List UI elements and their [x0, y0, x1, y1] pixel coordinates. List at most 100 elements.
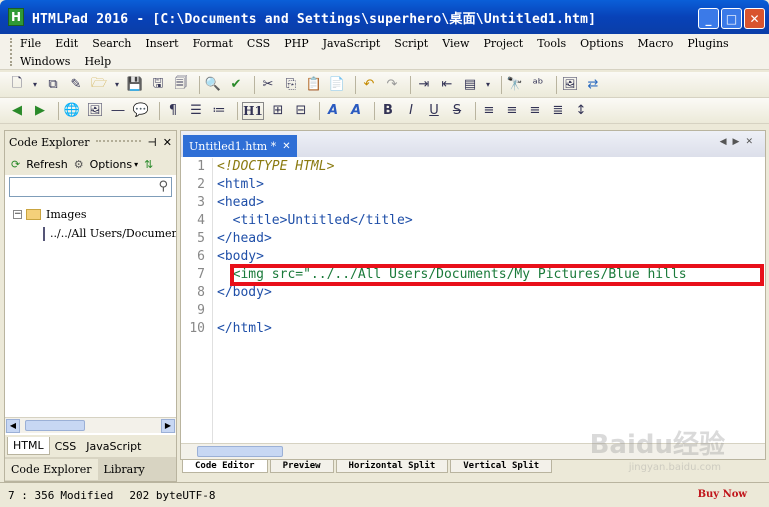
layout-icon[interactable]: ▤ — [461, 76, 479, 94]
refresh-icon[interactable]: ⟳ — [11, 158, 20, 171]
refresh-button[interactable]: Refresh — [26, 158, 68, 171]
scroll-left-icon[interactable]: ◀ — [6, 419, 20, 433]
italic-icon[interactable]: I — [402, 102, 420, 120]
font-color-icon[interactable]: A — [347, 102, 365, 120]
tab-untitled1[interactable]: Untitled1.htm * ✕ — [183, 135, 297, 157]
tab-library[interactable]: Library — [98, 459, 151, 480]
menu-php[interactable]: PHP — [284, 37, 308, 50]
indent-icon[interactable]: ⇥ — [415, 76, 433, 94]
strikethrough-icon[interactable]: S — [448, 102, 466, 120]
collapse-icon[interactable]: − — [13, 210, 22, 219]
comment-icon[interactable]: 💬 — [132, 102, 150, 120]
menu-windows[interactable]: Windows — [20, 55, 70, 68]
copy-icon[interactable]: ⎘ — [282, 76, 300, 94]
menu-script[interactable]: Script — [394, 37, 428, 50]
font-icon[interactable]: A — [324, 102, 342, 120]
align-right-icon[interactable]: ≡ — [526, 102, 544, 120]
menu-macro[interactable]: Macro — [638, 37, 674, 50]
menu-format[interactable]: Format — [193, 37, 233, 50]
tab-vertical-split[interactable]: Vertical Split — [450, 460, 553, 473]
open-dropdown-icon[interactable]: ▾ — [113, 76, 121, 94]
underline-icon[interactable]: U — [425, 102, 443, 120]
align-left-icon[interactable]: ≡ — [480, 102, 498, 120]
hr-icon[interactable]: ― — [109, 102, 127, 120]
gear-icon[interactable]: ⚙ — [74, 158, 84, 171]
tab-css[interactable]: CSS — [50, 438, 82, 455]
open-folder-icon[interactable]: 🗁 — [90, 76, 108, 94]
menu-options[interactable]: Options — [580, 37, 623, 50]
preview-icon[interactable]: 🔍 — [204, 76, 222, 94]
tree-item-image[interactable]: ../../All Users/Documents/My Pictures/Bl… — [13, 224, 176, 243]
forward-arrow-icon[interactable]: ▶ — [31, 102, 49, 120]
browser-icon[interactable]: 🖼 — [561, 76, 579, 94]
save-icon[interactable]: 💾 — [126, 76, 144, 94]
maximize-icon[interactable]: □ — [721, 8, 742, 29]
menu-css[interactable]: CSS — [247, 37, 270, 50]
tab-javascript[interactable]: JavaScript — [81, 438, 146, 455]
editor-scroll-thumb[interactable] — [197, 446, 283, 457]
tab-preview[interactable]: Preview — [269, 460, 334, 473]
paste-special-icon[interactable]: 📄 — [328, 76, 346, 94]
spellcheck-icon[interactable]: ᵃᵇ — [529, 76, 547, 94]
code-line[interactable]: <head> — [217, 194, 264, 212]
minimize-icon[interactable]: _ — [698, 8, 719, 29]
explorer-hscrollbar[interactable]: ◀ ▶ — [5, 417, 176, 433]
back-arrow-icon[interactable]: ◀ — [8, 102, 26, 120]
edit-icon[interactable]: ✎ — [67, 76, 85, 94]
search-icon[interactable]: ⚲ — [158, 179, 168, 194]
new-dropdown-icon[interactable]: ▾ — [31, 76, 39, 94]
panel-grip[interactable] — [95, 140, 142, 144]
menu-grip[interactable] — [10, 38, 13, 66]
explorer-search-input[interactable]: ⚲ — [9, 177, 172, 197]
code-line[interactable]: </body> — [217, 284, 272, 302]
tab-html[interactable]: HTML — [7, 437, 50, 455]
find-icon[interactable]: 🔭 — [506, 76, 524, 94]
tab-code-explorer[interactable]: Code Explorer — [5, 458, 98, 480]
menu-plugins[interactable]: Plugins — [687, 37, 728, 50]
menu-file[interactable]: File — [20, 37, 41, 50]
scroll-thumb[interactable] — [25, 420, 85, 431]
cut-icon[interactable]: ✂ — [259, 76, 277, 94]
save-as-icon[interactable]: 🗐 — [172, 76, 190, 94]
save-all-icon[interactable]: 🖫 — [149, 76, 167, 94]
tree-folder-images[interactable]: − Images — [13, 205, 176, 224]
tab-close-icon[interactable]: ✕ — [282, 141, 290, 152]
sort-icon[interactable]: ⇅ — [144, 158, 153, 171]
check-icon[interactable]: ✔ — [227, 76, 245, 94]
bold-icon[interactable]: B — [379, 102, 397, 120]
ordered-list-icon[interactable]: ≔ — [210, 102, 228, 120]
paste-icon[interactable]: 📋 — [305, 76, 323, 94]
menu-edit[interactable]: Edit — [55, 37, 78, 50]
heading-button[interactable]: H1 — [242, 101, 264, 120]
code-line[interactable]: </head> — [217, 230, 272, 248]
buy-now-link[interactable]: Buy Now — [698, 489, 747, 500]
ftp-icon[interactable]: ⇄ — [584, 76, 602, 94]
redo-icon[interactable]: ↷ — [383, 76, 401, 94]
undo-icon[interactable]: ↶ — [360, 76, 378, 94]
image-icon[interactable]: 🖼 — [86, 102, 104, 120]
code-line[interactable]: </html> — [217, 320, 272, 338]
scroll-right-icon[interactable]: ▶ — [161, 419, 175, 433]
outdent-icon[interactable]: ⇤ — [438, 76, 456, 94]
new-file-icon[interactable]: 🗋 — [8, 76, 26, 94]
pin-icon[interactable]: ⊣ — [147, 136, 156, 149]
template-icon[interactable]: ⧉ — [44, 76, 62, 94]
align-center-icon[interactable]: ≡ — [503, 102, 521, 120]
code-line[interactable]: <!DOCTYPE HTML> — [217, 158, 334, 176]
tab-nav-icons[interactable]: ◀▶✕ — [720, 137, 759, 147]
code-line[interactable]: <html> — [217, 176, 264, 194]
justify-icon[interactable]: ≣ — [549, 102, 567, 120]
close-icon[interactable]: ✕ — [744, 8, 765, 29]
unordered-list-icon[interactable]: ☰ — [187, 102, 205, 120]
table-icon[interactable]: ⊞ — [269, 102, 287, 120]
link-icon[interactable]: 🌐 — [63, 102, 81, 120]
menu-insert[interactable]: Insert — [145, 37, 178, 50]
menu-javascript[interactable]: JavaScript — [323, 37, 381, 50]
tab-code-editor[interactable]: Code Editor — [182, 460, 268, 473]
layout-dropdown-icon[interactable]: ▾ — [484, 76, 492, 94]
menu-help[interactable]: Help — [84, 55, 111, 68]
form-icon[interactable]: ⊟ — [292, 102, 310, 120]
line-height-icon[interactable]: ↕ — [572, 102, 590, 120]
menu-view[interactable]: View — [442, 37, 469, 50]
menu-project[interactable]: Project — [483, 37, 523, 50]
